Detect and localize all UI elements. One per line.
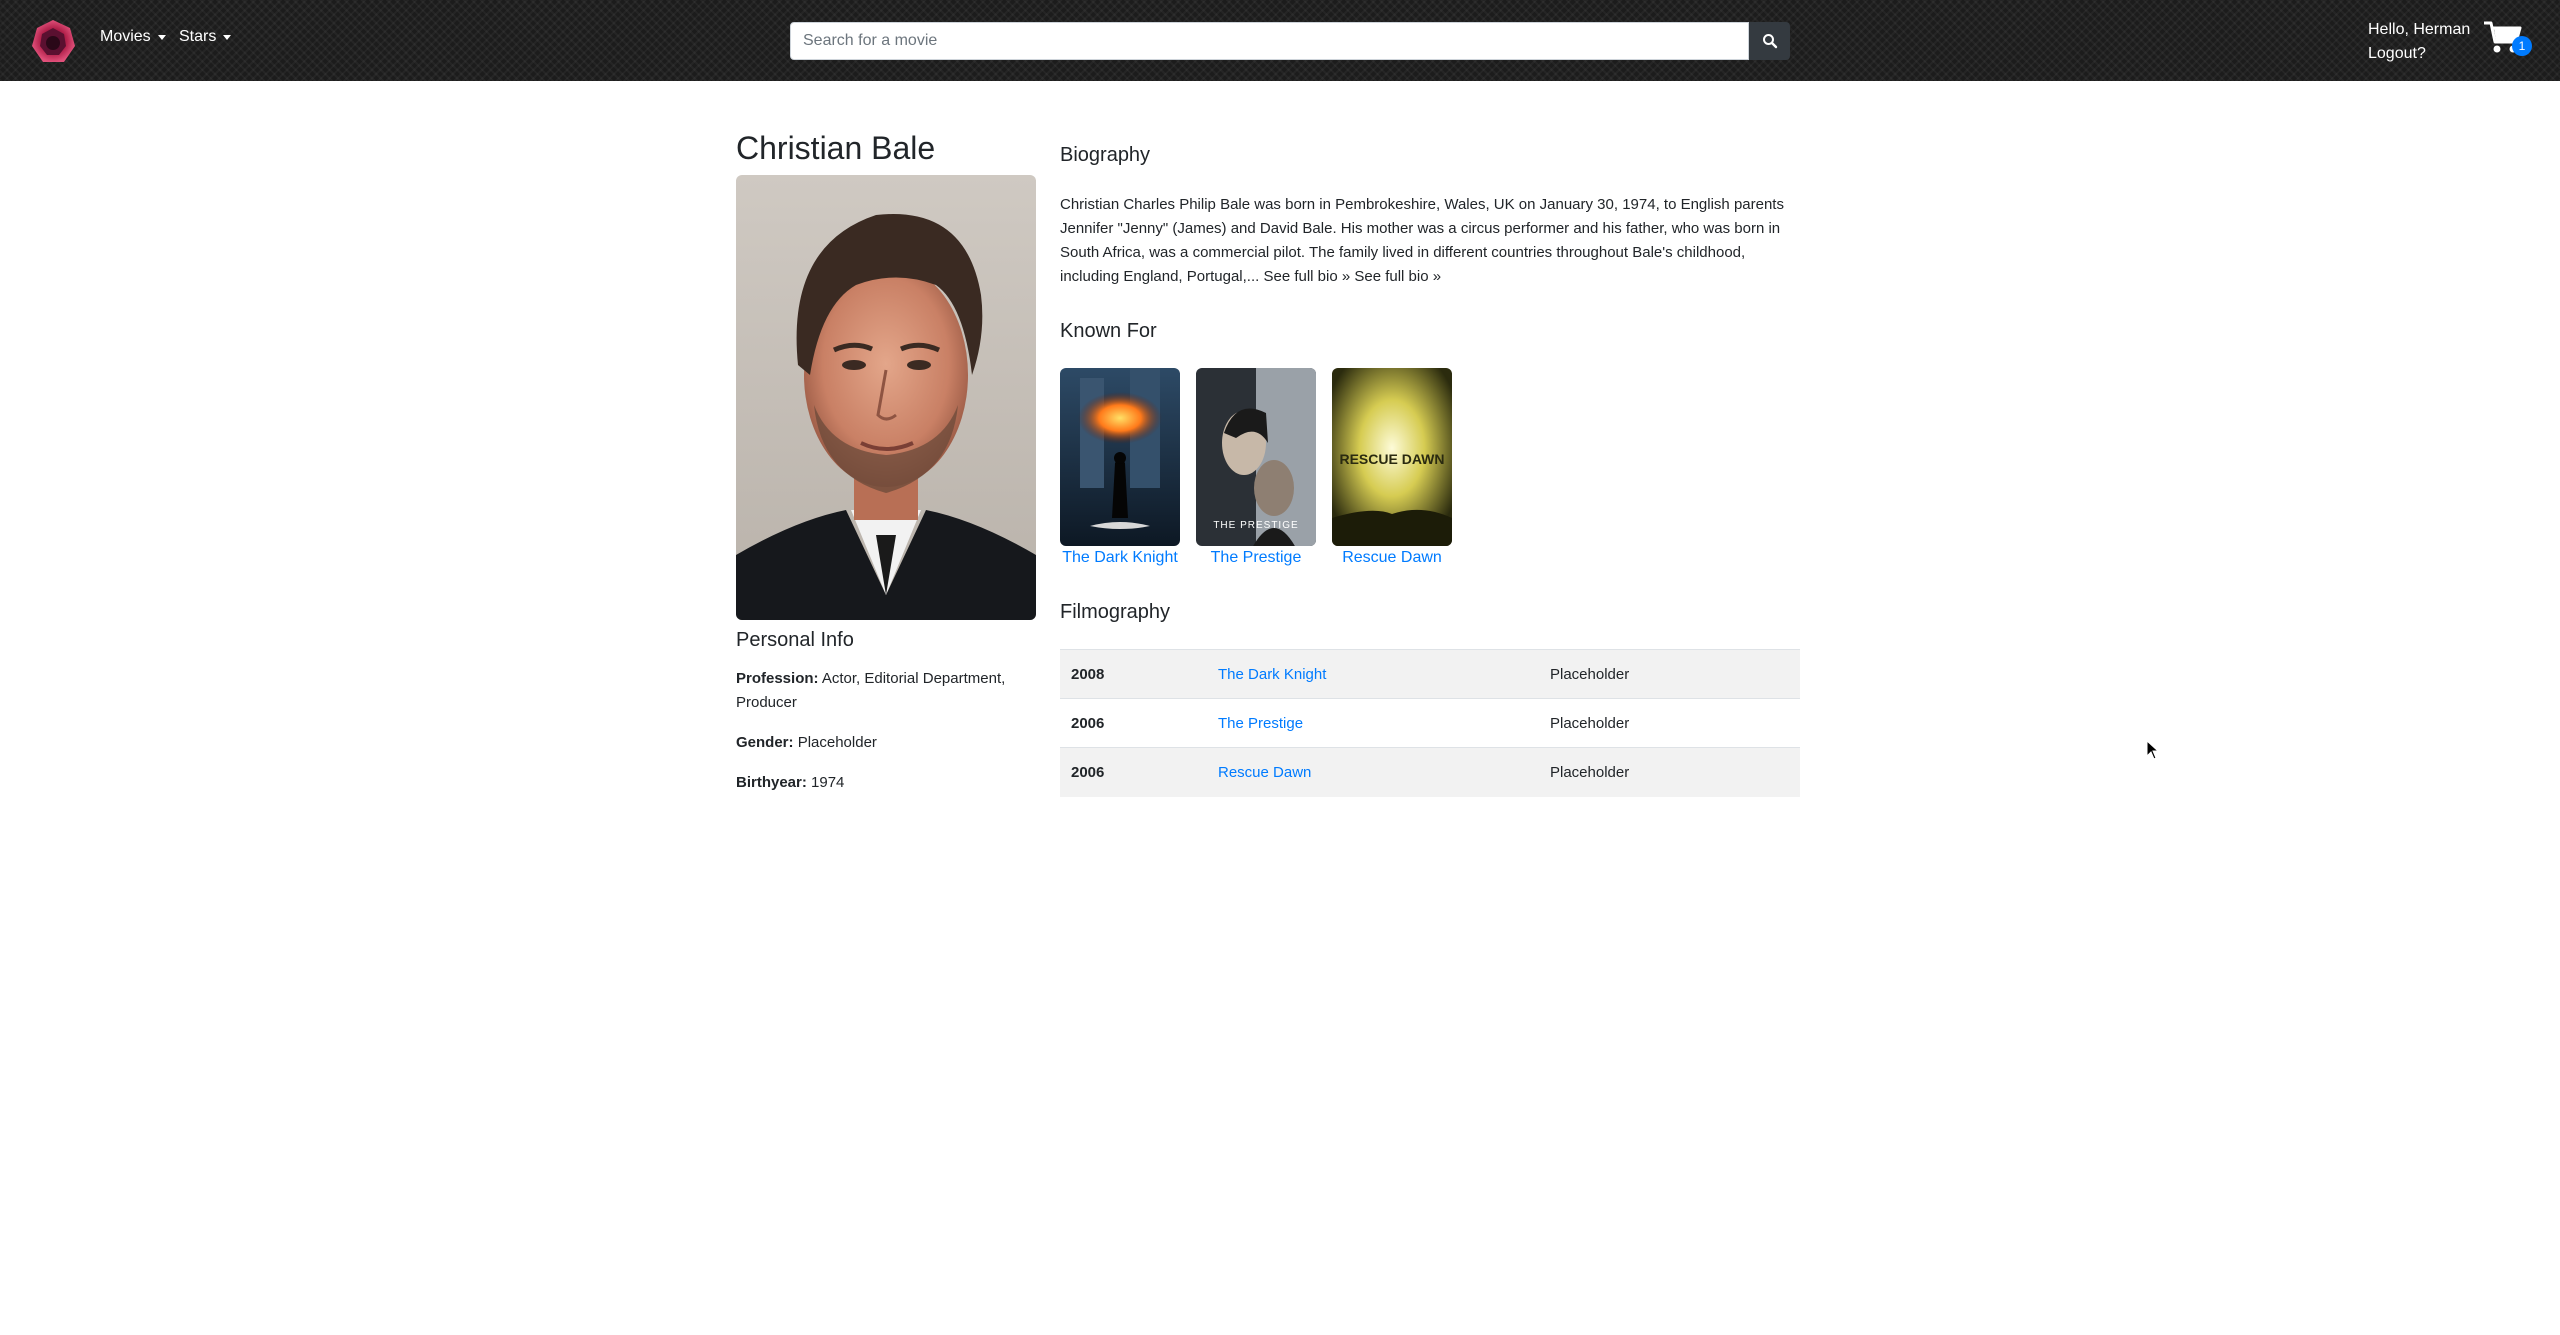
movie-poster[interactable]: THE PRESTIGE — [1196, 368, 1316, 546]
top-navbar: Movies Stars Hello, Herman Logout? 1 — [0, 0, 2560, 81]
film-role: Placeholder — [1539, 747, 1800, 797]
table-row: 2006 Rescue Dawn Placeholder — [1060, 747, 1800, 797]
stars-dropdown-label: Stars — [179, 28, 217, 45]
gender-info: Gender: Placeholder — [736, 731, 1036, 755]
birthyear-value: 1974 — [811, 774, 845, 791]
chevron-down-icon — [223, 34, 232, 40]
film-year: 2008 — [1060, 649, 1207, 699]
known-for-card[interactable]: The Dark Knight — [1060, 368, 1180, 568]
known-for-title-link[interactable]: The Dark Knight — [1060, 548, 1180, 568]
mouse-cursor-icon — [2146, 740, 2160, 760]
movies-dropdown[interactable]: Movies — [100, 28, 166, 46]
film-title-link[interactable]: Rescue Dawn — [1218, 764, 1311, 781]
search-icon — [1762, 34, 1777, 49]
known-for-title-link[interactable]: The Prestige — [1196, 548, 1316, 568]
known-for-card[interactable]: RESCUE DAWN Rescue Dawn — [1332, 368, 1452, 568]
film-role: Placeholder — [1539, 649, 1800, 699]
film-title-link[interactable]: The Dark Knight — [1218, 666, 1326, 683]
movie-poster[interactable] — [1060, 368, 1180, 546]
cart-button[interactable]: 1 — [2483, 20, 2532, 60]
profession-label: Profession: — [736, 670, 819, 687]
known-for-heading: Known For — [1060, 320, 1157, 342]
search-input[interactable] — [790, 22, 1749, 60]
known-for-card[interactable]: THE PRESTIGE The Prestige — [1196, 368, 1316, 568]
film-title-cell: The Prestige — [1207, 698, 1539, 748]
filmography-table: 2008 The Dark Knight Placeholder 2006 Th… — [1060, 649, 1800, 797]
known-for-title-link[interactable]: Rescue Dawn — [1332, 548, 1452, 568]
poster-title-text: RESCUE DAWN — [1339, 451, 1444, 467]
search-button[interactable] — [1749, 22, 1790, 60]
biography-text: Christian Charles Philip Bale was born i… — [1060, 196, 1784, 285]
cart-count-badge: 1 — [2512, 36, 2532, 56]
user-menu: Hello, Herman Logout? — [2368, 18, 2470, 66]
film-title-link[interactable]: The Prestige — [1218, 715, 1303, 732]
birthyear-label: Birthyear: — [736, 774, 807, 791]
birthyear-info: Birthyear: 1974 — [736, 771, 1036, 795]
gender-value: Placeholder — [797, 734, 877, 751]
film-title-cell: The Dark Knight — [1207, 649, 1539, 699]
table-row: 2008 The Dark Knight Placeholder — [1060, 649, 1800, 699]
film-year: 2006 — [1060, 747, 1207, 797]
movies-dropdown-label: Movies — [100, 28, 151, 45]
site-logo-icon[interactable] — [29, 18, 77, 66]
movie-poster[interactable]: RESCUE DAWN — [1332, 368, 1452, 546]
user-greeting: Hello, Herman — [2368, 21, 2471, 38]
biography-heading: Biography — [1060, 144, 1151, 166]
film-role: Placeholder — [1539, 698, 1800, 748]
poster-title-text: THE PRESTIGE — [1213, 520, 1298, 531]
film-year: 2006 — [1060, 698, 1207, 748]
stars-dropdown[interactable]: Stars — [179, 28, 232, 46]
table-row: 2006 The Prestige Placeholder — [1060, 698, 1800, 748]
star-name: Christian Bale — [736, 130, 936, 166]
star-portrait — [736, 175, 1036, 620]
profession-info: Profession: Actor, Editorial Department,… — [736, 667, 1036, 715]
search-bar — [790, 22, 1790, 60]
film-title-cell: Rescue Dawn — [1207, 747, 1539, 797]
filmography-heading: Filmography — [1060, 601, 1171, 623]
gender-label: Gender: — [736, 734, 794, 751]
chevron-down-icon — [157, 34, 166, 40]
personal-info-heading: Personal Info — [736, 629, 854, 651]
logout-link[interactable]: Logout? — [2368, 45, 2426, 62]
